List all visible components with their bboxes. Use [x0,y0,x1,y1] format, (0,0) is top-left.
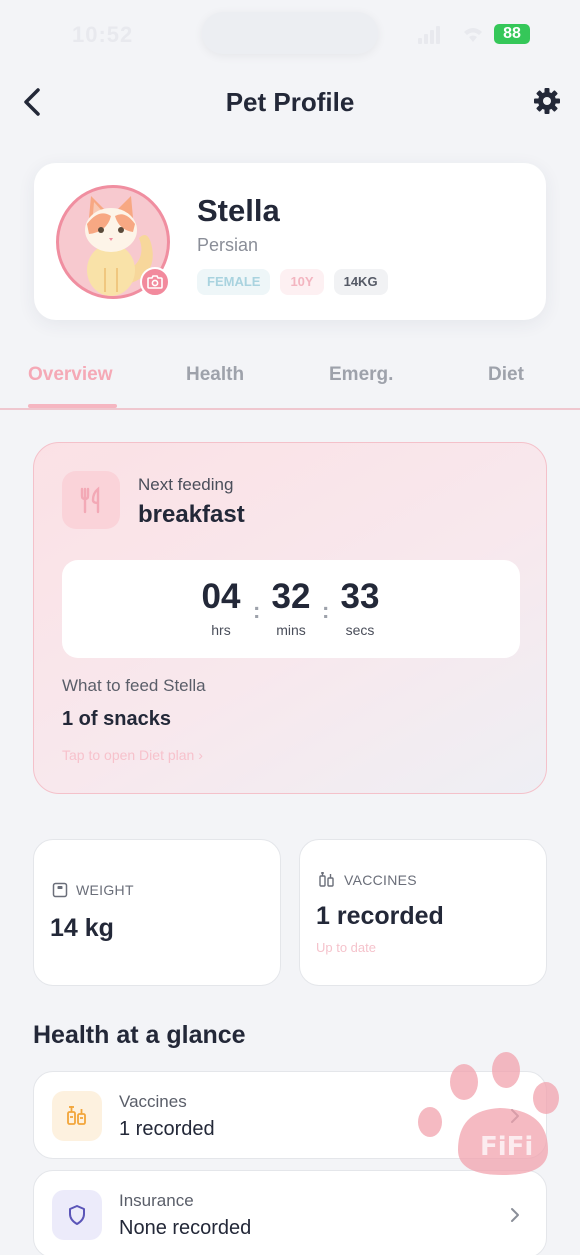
app-header: Pet Profile [0,70,580,134]
cellular-signal-icon [418,26,442,49]
insurance-icon-box [52,1190,102,1240]
vaccines-row-title: Vaccines [119,1092,187,1111]
age-badge: 10Y [280,269,324,295]
change-photo-button[interactable] [140,267,170,297]
weight-stat-card[interactable]: WEIGHT 14 kg [33,839,281,986]
countdown-hours: 04 hrs [186,577,256,639]
feeding-countdown: 04 hrs : 32 mins : 33 secs [62,560,520,658]
status-bar: 10:52 88 [0,0,580,70]
vaccines-status: Up to date [316,940,376,955]
page-title: Pet Profile [225,87,355,117]
weight-badge: 14KG [333,269,388,295]
tab-overview[interactable]: Overview [28,364,113,386]
feed-icon-box [62,471,120,529]
countdown-mins: 32 mins [256,577,326,639]
countdown-mins-value: 32 [271,577,311,616]
gear-icon [534,88,560,114]
next-feeding-label: Next feeding [138,475,234,494]
tab-diet[interactable]: Diet [488,364,524,386]
watermark-text: FiFi [480,1132,533,1162]
what-to-feed-value: 1 of snacks [62,708,171,730]
countdown-mins-label: mins [276,622,306,638]
vaccines-icon-box [52,1091,102,1141]
scale-icon [52,882,68,898]
vaccines-stat-card[interactable]: VACCINES 1 recorded Up to date [299,839,547,986]
active-tab-indicator [28,404,117,408]
next-feeding-value: breakfast [138,501,245,528]
tab-emergency[interactable]: Emerg. [329,364,393,386]
chevron-right-icon [511,1208,519,1222]
status-time: 10:52 [72,22,134,47]
camera-icon [147,275,163,289]
insurance-row-value: None recorded [119,1217,252,1239]
countdown-secs: 33 secs [325,577,395,639]
utensils-icon [80,486,100,514]
health-section-title: Health at a glance [33,1021,246,1049]
settings-button[interactable] [532,86,562,116]
insurance-row-title: Insurance [119,1191,194,1210]
wifi-icon [460,24,486,49]
pet-badges: FEMALE 10Y 14KG [197,269,388,295]
dynamic-island [202,12,378,54]
paw-watermark: FiFi [418,1052,559,1175]
weight-stat-header: WEIGHT [52,882,134,898]
next-feeding-card[interactable]: Next feeding breakfast 04 hrs : 32 mins … [33,442,547,794]
countdown-secs-value: 33 [340,577,380,616]
diet-plan-link[interactable]: Tap to open Diet plan › [62,747,203,763]
vaccines-row-value: 1 recorded [119,1118,215,1140]
gender-badge: FEMALE [197,269,271,295]
what-to-feed-label: What to feed Stella [62,676,206,695]
countdown-hours-label: hrs [211,622,231,638]
pet-breed: Persian [197,235,259,255]
countdown-secs-label: secs [345,622,375,638]
shield-icon [69,1205,85,1225]
vaccine-icon [67,1106,86,1125]
tab-health[interactable]: Health [186,364,244,386]
pet-profile-card: Stella Persian FEMALE 10Y 14KG [34,163,546,320]
vaccines-stat-value: 1 recorded [316,902,444,930]
countdown-hours-value: 04 [201,577,241,616]
vaccines-stat-header: VACCINES [318,871,417,889]
weight-stat-label: WEIGHT [76,882,134,898]
syringe-icon [319,872,334,887]
tab-bar: Overview Health Emerg. Diet [0,356,580,410]
vaccines-stat-label: VACCINES [344,872,417,888]
weight-stat-value: 14 kg [50,914,114,942]
pet-name: Stella [197,193,280,228]
battery-indicator: 88 [494,24,530,44]
